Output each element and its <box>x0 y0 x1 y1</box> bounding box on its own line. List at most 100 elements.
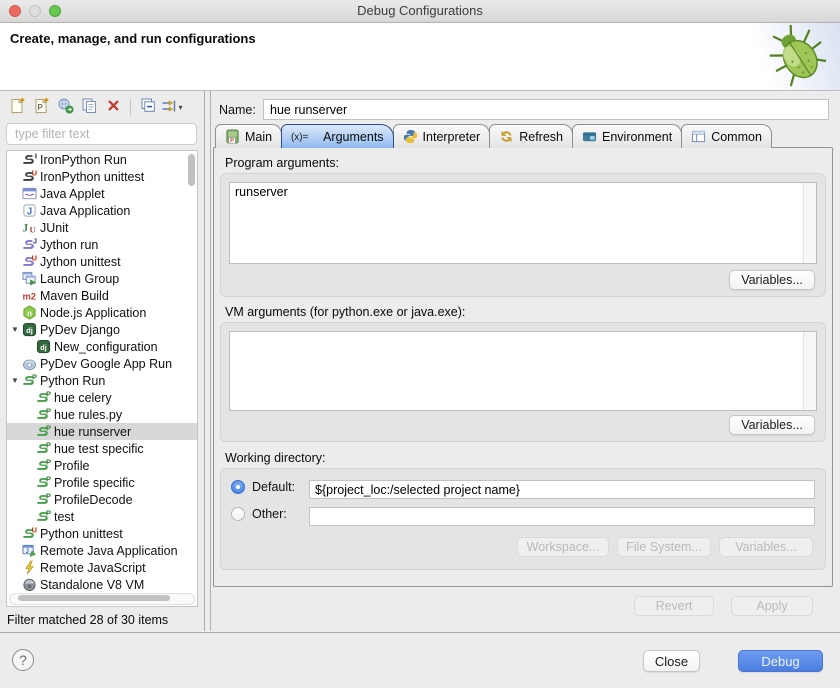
close-window-button[interactable] <box>9 5 21 17</box>
svg-text:J: J <box>22 223 28 235</box>
help-button[interactable]: ? <box>12 649 34 671</box>
filter-configurations-button[interactable]: ▾ <box>160 96 184 118</box>
filter-status-text: Filter matched 28 of 30 items <box>7 613 168 627</box>
tree-item-remote-javascript[interactable]: Remote JavaScript <box>7 559 197 576</box>
filesystem-button[interactable]: File System... <box>617 537 711 557</box>
vm-arguments-textarea[interactable] <box>230 332 804 410</box>
snake-green-P-icon: P <box>35 441 51 456</box>
tab-common[interactable]: Common <box>681 124 772 148</box>
minimize-window-button[interactable] <box>29 5 41 17</box>
tree-item-node-js-application[interactable]: nNode.js Application <box>7 304 197 321</box>
vm-arguments-box <box>229 331 817 411</box>
tree-item-jython-run[interactable]: JJython run <box>7 236 197 253</box>
tab-interpreter[interactable]: Interpreter <box>393 124 491 148</box>
tree-item-python-run[interactable]: ▼PPython Run <box>7 372 197 389</box>
expander-icon[interactable]: ▼ <box>9 321 21 338</box>
expander-icon[interactable]: ▼ <box>9 372 21 389</box>
tree-item-label: Remote JavaScript <box>40 561 146 575</box>
svg-text:J: J <box>25 548 28 555</box>
svg-text:P: P <box>230 138 234 144</box>
tree-vertical-scrollbar[interactable] <box>188 154 195 186</box>
tree-item-maven-build[interactable]: m2Maven Build <box>7 287 197 304</box>
tree-item-jython-unittest[interactable]: UJython unittest <box>7 253 197 270</box>
textarea-scrollbar[interactable] <box>803 332 816 410</box>
program-arguments-textarea[interactable]: runserver <box>230 183 804 263</box>
other-directory-field[interactable] <box>309 507 815 526</box>
new-prototype-button[interactable]: P <box>29 96 53 118</box>
close-button[interactable]: Close <box>643 650 700 672</box>
tree-item-hue-test-specific[interactable]: Phue test specific <box>7 440 197 457</box>
tree-item-hue-runserver[interactable]: Phue runserver <box>7 423 197 440</box>
default-radio[interactable] <box>231 480 245 494</box>
working-directory-group: Default: ${project_loc:/selected project… <box>220 468 826 570</box>
dialog-footer: ? Close Debug <box>0 632 840 688</box>
svg-text:U: U <box>31 526 36 534</box>
remote-java-icon: J <box>21 543 37 558</box>
tree-horizontal-scrollbar[interactable] <box>9 593 195 605</box>
program-arguments-variables-button[interactable]: Variables... <box>729 270 815 290</box>
svg-text:P: P <box>45 407 50 415</box>
tab-main[interactable]: PMain <box>215 124 282 148</box>
tree-item-ironpython-unittest[interactable]: UIronPython unittest <box>7 168 197 185</box>
tree-item-hue-celery[interactable]: Phue celery <box>7 389 197 406</box>
tree-item-python-unittest[interactable]: UPython unittest <box>7 525 197 542</box>
textarea-scrollbar[interactable] <box>803 183 816 263</box>
tree-item-hue-rules-py[interactable]: Phue rules.py <box>7 406 197 423</box>
tab-refresh[interactable]: Refresh <box>489 124 573 148</box>
tree-item-profile-specific[interactable]: PProfile specific <box>7 474 197 491</box>
tab-environment-icon <box>582 129 597 144</box>
tab-refresh-icon <box>499 129 514 144</box>
debug-button[interactable]: Debug <box>738 650 823 672</box>
svg-text:P: P <box>45 424 50 432</box>
snake-green-P-icon: P <box>35 424 51 439</box>
svg-text:P: P <box>31 373 36 381</box>
tree-item-ironpython-run[interactable]: IIronPython Run <box>7 151 197 168</box>
tree-item-launch-group[interactable]: Launch Group <box>7 270 197 287</box>
workspace-button[interactable]: Workspace... <box>517 537 609 557</box>
configurations-tree: IIronPython RunUIronPython unittestJava … <box>6 150 198 607</box>
svg-text:P: P <box>45 509 50 517</box>
tab-label: Environment <box>602 130 672 144</box>
tab-bar: PMain(x)=ArgumentsInterpreterRefresh Envi… <box>215 124 771 148</box>
svg-text:P: P <box>45 390 50 398</box>
tree-item-label: Jython unittest <box>40 255 121 269</box>
duplicate-icon <box>81 97 98 117</box>
snake-green-P-icon: P <box>35 475 51 490</box>
tree-item-profiledecode[interactable]: PProfileDecode <box>7 491 197 508</box>
tree-item-pydev-google-app-run[interactable]: PyDev Google App Run <box>7 355 197 372</box>
other-radio[interactable] <box>231 507 245 521</box>
delete-configuration-button[interactable] <box>101 96 125 118</box>
tree-item-label: New_configuration <box>54 340 158 354</box>
filter-input[interactable] <box>6 123 197 145</box>
svg-text:P: P <box>37 103 43 112</box>
export-configurations-button[interactable] <box>53 96 77 118</box>
tree-item-java-application[interactable]: JJava Application <box>7 202 197 219</box>
tree-item-new-configuration[interactable]: djNew_configuration <box>7 338 197 355</box>
snake-dark-I-icon: I <box>21 152 37 167</box>
collapse-all-button[interactable] <box>136 96 160 118</box>
tree-item-java-applet[interactable]: Java Applet <box>7 185 197 202</box>
tab-environment[interactable]: Environment <box>572 124 682 148</box>
tree-item-profile[interactable]: PProfile <box>7 457 197 474</box>
tree-item-remote-java-application[interactable]: J Remote Java Application <box>7 542 197 559</box>
name-input[interactable] <box>263 99 829 120</box>
tree-item-label: test <box>54 510 74 524</box>
snake-green-P-icon: P <box>35 492 51 507</box>
default-directory-field[interactable]: ${project_loc:/selected project name} <box>309 480 815 499</box>
tab-arguments[interactable]: (x)=Arguments <box>281 124 393 148</box>
tree-item-label: Remote Java Application <box>40 544 178 558</box>
apply-button[interactable]: Apply <box>731 596 813 616</box>
v8-icon <box>21 577 37 592</box>
tree-item-standalone-v8-vm[interactable]: Standalone V8 VM <box>7 576 197 593</box>
tree-item-junit[interactable]: JUJUnit <box>7 219 197 236</box>
svg-text:U: U <box>31 169 36 177</box>
zoom-window-button[interactable] <box>49 5 61 17</box>
working-directory-variables-button[interactable]: Variables... <box>719 537 813 557</box>
vm-arguments-variables-button[interactable]: Variables... <box>729 415 815 435</box>
tree-item-label: hue rules.py <box>54 408 122 422</box>
revert-button[interactable]: Revert <box>634 596 714 616</box>
tree-item-pydev-django[interactable]: ▼djPyDev Django <box>7 321 197 338</box>
tree-item-test[interactable]: Ptest <box>7 508 197 525</box>
duplicate-configuration-button[interactable] <box>77 96 101 118</box>
new-configuration-button[interactable] <box>5 96 29 118</box>
